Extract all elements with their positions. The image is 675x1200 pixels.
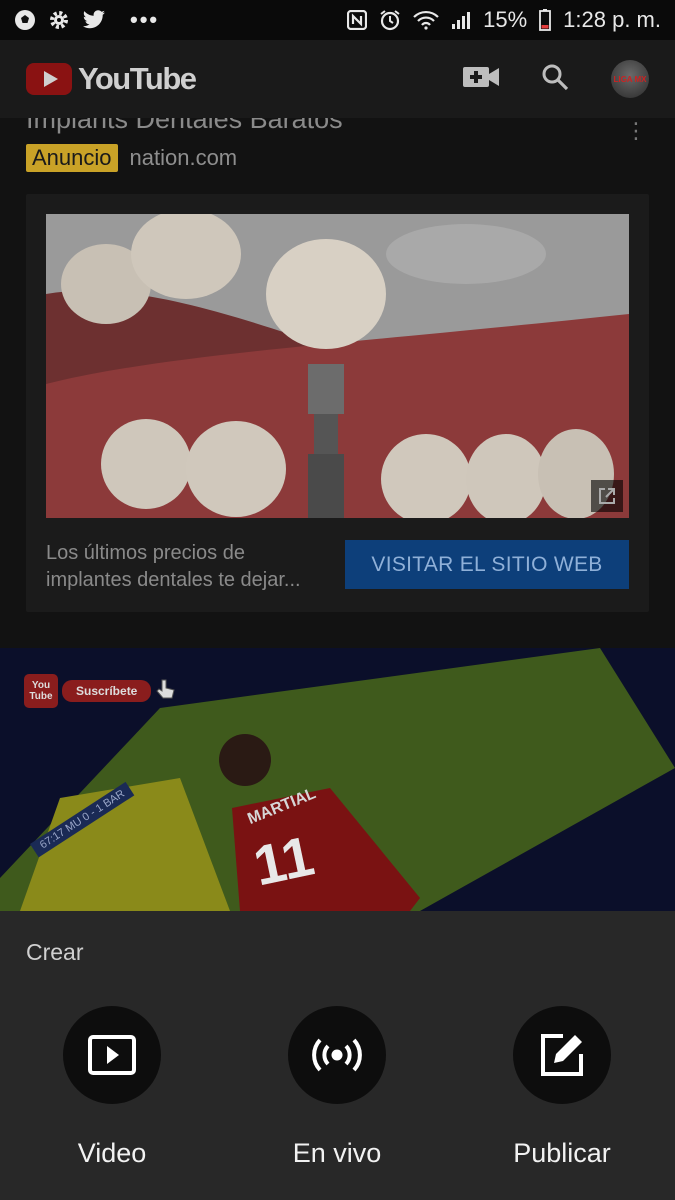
twitter-bird-icon [82,10,106,30]
create-post-label: Publicar [513,1138,611,1168]
dental-implant-illustration [46,214,629,518]
clock-time: 1:28 p. m. [563,7,661,32]
gear-icon [48,9,70,31]
avatar-label: LIGA MX [613,74,647,84]
sheet-title: Crear [26,939,84,965]
youtube-logo[interactable]: YouTube [26,61,197,97]
screen: ••• 15% 1:28 p. m. YouTube LIGA MX Impla… [0,0,675,1200]
ad-meta: Anuncio nation.com [26,144,237,172]
create-live-label: En vivo [292,1138,382,1168]
create-video-label: Video [77,1138,147,1168]
create-bottom-sheet: Crear Video En vivo Publicar [0,911,675,1200]
app-header: YouTube LIGA MX [0,40,675,118]
more-notifications-dots: ••• [130,7,160,32]
signal-icon [451,10,471,30]
ad-description: Los últimos precios de implantes dentale… [46,542,301,591]
battery-icon [539,9,552,31]
live-broadcast-icon[interactable] [288,1006,386,1104]
ad-image[interactable] [46,214,629,518]
youtube-wordmark: YouTube [78,61,197,96]
ad-title[interactable]: Implants Dentales Baratos [26,118,343,135]
create-post-option[interactable]: Publicar [482,1006,642,1186]
subscribe-overlay: You Tube Suscríbete [24,674,177,708]
ad-domain: nation.com [129,145,238,170]
status-left: ••• [14,7,159,33]
status-right: 15% 1:28 p. m. [347,7,661,33]
create-live-option[interactable]: En vivo [257,1006,417,1186]
ad-badge: Anuncio [26,144,118,172]
alarm-icon [379,9,401,31]
nfc-icon [347,10,368,30]
visit-website-button[interactable]: VISITAR EL SITIO WEB [345,540,629,589]
cursor-hand-icon [155,678,177,705]
soccer-ball-icon [14,9,36,31]
more-vert-icon[interactable]: ⋮ [625,118,647,144]
feed: Implants Dentales Baratos ⋮ Anuncio nati… [0,118,675,911]
subscribe-label: Suscríbete [62,680,152,702]
external-link-icon[interactable] [591,480,623,512]
ad-card[interactable]: Los últimos precios de implantes dentale… [26,194,649,612]
youtube-play-logo-icon [26,63,72,95]
battery-percent: 15% [483,7,528,32]
search-icon[interactable] [541,63,569,96]
play-box-icon[interactable] [63,1006,161,1104]
header-actions: LIGA MX [463,60,649,98]
edit-post-icon[interactable] [513,1006,611,1104]
account-avatar[interactable]: LIGA MX [611,60,649,98]
status-bar: ••• 15% 1:28 p. m. [0,0,675,40]
wifi-icon [413,10,439,30]
subscribe-logo: You Tube [24,674,58,708]
video-thumbnail[interactable]: You Tube Suscríbete 67:17 MU 0 - 1 BAR M… [0,648,675,911]
video-camera-plus-icon[interactable] [463,65,499,94]
create-video-option[interactable]: Video [32,1006,192,1186]
